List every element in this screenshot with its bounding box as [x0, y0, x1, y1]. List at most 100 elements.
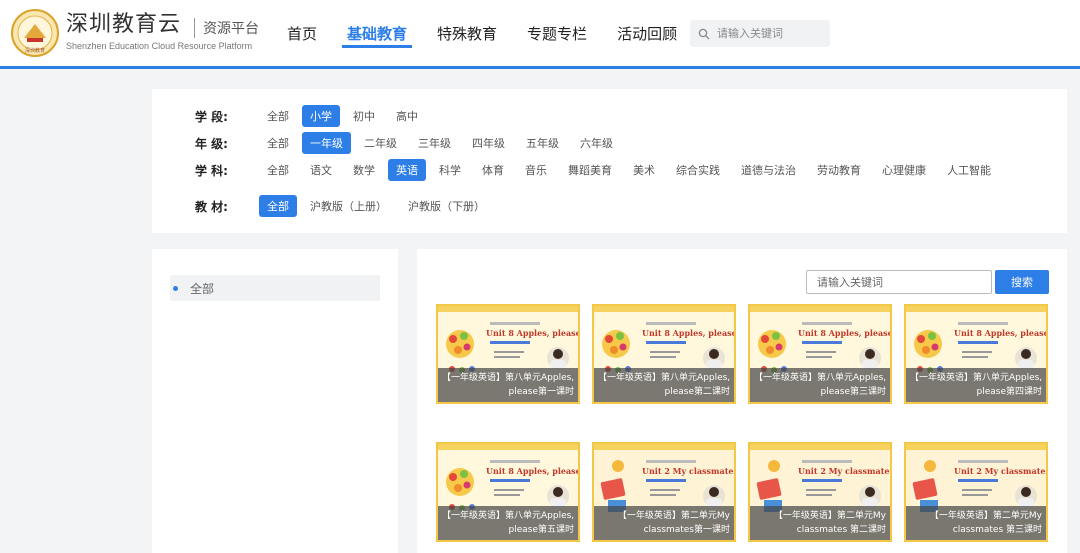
- subject-option[interactable]: 人工智能: [939, 159, 999, 181]
- header-search[interactable]: [690, 20, 830, 47]
- resource-card[interactable]: Unit 8 Apples, please 【一年级英语】第八单元Apples, p…: [904, 304, 1048, 404]
- brand-subtitle: 资源平台: [194, 18, 259, 38]
- caption-line: 【一年级英语】第八单元Apples,: [442, 373, 574, 383]
- subject-option[interactable]: 劳动教育: [809, 159, 869, 181]
- slide-title: Unit 8 Apples, please: [642, 328, 736, 338]
- slide-title: Unit 8 Apples, please: [798, 328, 892, 338]
- bullet-dot-icon: [173, 286, 178, 291]
- resource-card[interactable]: Unit 8 Apples, please 【一年级英语】第八单元Apples, p…: [436, 442, 580, 542]
- caption-line: 【一年级英语】第二单元My: [617, 511, 730, 521]
- grade-option[interactable]: 六年级: [572, 132, 621, 154]
- resource-card-caption: 【一年级英语】第八单元Apples, please第四课时: [906, 368, 1046, 402]
- resource-card[interactable]: Unit 2 My classmates 【一年级英语】第二单元My classma…: [904, 442, 1048, 542]
- header-search-input[interactable]: [717, 27, 827, 40]
- resource-card[interactable]: Unit 2 My classmates 【一年级英语】第二单元My classma…: [592, 442, 736, 542]
- resource-card-caption: 【一年级英语】第二单元My classmates 第二课时: [750, 506, 890, 540]
- sidebar-item-all[interactable]: 全部: [170, 275, 380, 301]
- nav-activity-review[interactable]: 活动回顾: [602, 0, 692, 66]
- slide-title: Unit 2 My classmates: [798, 466, 892, 476]
- subject-option[interactable]: 综合实践: [668, 159, 728, 181]
- filter-row-stage: 学 段: 全部 小学 初中 高中: [195, 105, 431, 127]
- resource-card-caption: 【一年级英语】第八单元Apples, please第五课时: [438, 506, 578, 540]
- grade-option[interactable]: 一年级: [302, 132, 351, 154]
- subject-option[interactable]: 音乐: [517, 159, 555, 181]
- grade-option[interactable]: 五年级: [518, 132, 567, 154]
- resource-search-button[interactable]: 搜索: [995, 270, 1049, 294]
- resource-card[interactable]: Unit 8 Apples, please 【一年级英语】第八单元Apples, p…: [436, 304, 580, 404]
- resource-list-panel: 搜索 Unit 8 Apples, please 【一年级英语】第八单元Apple…: [417, 249, 1067, 553]
- nav-home[interactable]: 首页: [272, 0, 332, 66]
- subject-option[interactable]: 英语: [388, 159, 426, 181]
- grade-option[interactable]: 三年级: [410, 132, 459, 154]
- resource-card[interactable]: Unit 2 My classmates 【一年级英语】第二单元My classma…: [748, 442, 892, 542]
- nav-basic-education[interactable]: 基础教育: [332, 0, 422, 66]
- caption-line: 【一年级英语】第二单元My: [773, 511, 886, 521]
- caption-line: please第四课时: [976, 387, 1043, 397]
- slide-title: Unit 8 Apples, please: [486, 466, 580, 476]
- caption-line: please第二课时: [664, 387, 731, 397]
- caption-line: 【一年级英语】第八单元Apples,: [598, 373, 730, 383]
- stage-option[interactable]: 高中: [388, 105, 426, 127]
- filter-row-subject: 学 科: 全部 语文 数学 英语 科学 体育 音乐 舞蹈美育 美术 综合实践 道…: [195, 159, 1004, 181]
- stage-option[interactable]: 初中: [345, 105, 383, 127]
- brand-english-name: Shenzhen Education Cloud Resource Platfo…: [66, 41, 253, 51]
- subject-option[interactable]: 全部: [259, 159, 297, 181]
- stage-option[interactable]: 小学: [302, 105, 340, 127]
- subject-option[interactable]: 体育: [474, 159, 512, 181]
- filter-label-stage: 学 段:: [195, 109, 228, 124]
- textbook-option[interactable]: 沪教版（下册）: [400, 195, 493, 217]
- svg-text:深圳教育: 深圳教育: [25, 47, 45, 54]
- resource-search-input[interactable]: [806, 270, 992, 294]
- filter-label-subject: 学 科:: [195, 163, 228, 178]
- nav-special-education[interactable]: 特殊教育: [422, 0, 512, 66]
- grade-option[interactable]: 四年级: [464, 132, 513, 154]
- stage-option[interactable]: 全部: [259, 105, 297, 127]
- top-header: 深圳教育 深圳教育云 资源平台 Shenzhen Education Cloud…: [0, 0, 1080, 69]
- textbook-option[interactable]: 全部: [259, 195, 297, 217]
- grade-option[interactable]: 二年级: [356, 132, 405, 154]
- resource-card-caption: 【一年级英语】第二单元My classmates第一课时: [594, 506, 734, 540]
- caption-line: please第三课时: [820, 387, 887, 397]
- caption-line: classmates 第三课时: [952, 525, 1042, 535]
- filter-row-grade: 年 级: 全部 一年级 二年级 三年级 四年级 五年级 六年级: [195, 132, 626, 154]
- caption-line: 【一年级英语】第八单元Apples,: [442, 511, 574, 521]
- sidebar-item-label: 全部: [190, 281, 215, 296]
- filter-label-grade: 年 级:: [195, 136, 228, 151]
- resource-card-caption: 【一年级英语】第八单元Apples, please第二课时: [594, 368, 734, 402]
- resource-card[interactable]: Unit 8 Apples, please 【一年级英语】第八单元Apples, p…: [748, 304, 892, 404]
- resource-card[interactable]: Unit 8 Apples, please 【一年级英语】第八单元Apples, p…: [592, 304, 736, 404]
- caption-line: 【一年级英语】第二单元My: [929, 511, 1042, 521]
- slide-title: Unit 8 Apples, please: [954, 328, 1048, 338]
- subject-option[interactable]: 数学: [345, 159, 383, 181]
- caption-line: classmates 第二课时: [796, 525, 886, 535]
- slide-title: Unit 2 My classmates: [642, 466, 736, 476]
- subject-option[interactable]: 心理健康: [874, 159, 934, 181]
- caption-line: please第五课时: [508, 525, 575, 535]
- slide-title: Unit 8 Apples, please: [486, 328, 580, 338]
- subject-option[interactable]: 科学: [431, 159, 469, 181]
- resource-card-caption: 【一年级英语】第二单元My classmates 第三课时: [906, 506, 1046, 540]
- resource-card-caption: 【一年级英语】第八单元Apples, please第三课时: [750, 368, 890, 402]
- slide-title: Unit 2 My classmates: [954, 466, 1048, 476]
- subject-option[interactable]: 舞蹈美育: [560, 159, 620, 181]
- caption-line: please第一课时: [508, 387, 575, 397]
- subject-option[interactable]: 美术: [625, 159, 663, 181]
- brand: 深圳教育云 资源平台: [66, 12, 259, 38]
- search-icon: [698, 28, 710, 39]
- grade-option[interactable]: 全部: [259, 132, 297, 154]
- category-sidebar: 全部: [152, 249, 398, 553]
- filter-label-textbook: 教 材:: [195, 199, 228, 214]
- caption-line: classmates第一课时: [643, 525, 730, 535]
- textbook-option[interactable]: 沪教版（上册）: [302, 195, 395, 217]
- subject-option[interactable]: 语文: [302, 159, 340, 181]
- caption-line: 【一年级英语】第八单元Apples,: [910, 373, 1042, 383]
- resource-card-caption: 【一年级英语】第八单元Apples, please第一课时: [438, 368, 578, 402]
- subject-option[interactable]: 道德与法治: [733, 159, 804, 181]
- filter-panel: 学 段: 全部 小学 初中 高中 年 级: 全部 一年级 二年级 三年级 四年级…: [152, 89, 1067, 233]
- caption-line: 【一年级英语】第八单元Apples,: [754, 373, 886, 383]
- main-nav: 首页 基础教育 特殊教育 专题专栏 活动回顾: [272, 0, 692, 66]
- nav-topics[interactable]: 专题专栏: [512, 0, 602, 66]
- brand-title: 深圳教育云: [66, 12, 182, 37]
- filter-row-textbook: 教 材: 全部 沪教版（上册） 沪教版（下册）: [195, 195, 498, 217]
- logo-emblem-icon[interactable]: 深圳教育: [10, 8, 60, 58]
